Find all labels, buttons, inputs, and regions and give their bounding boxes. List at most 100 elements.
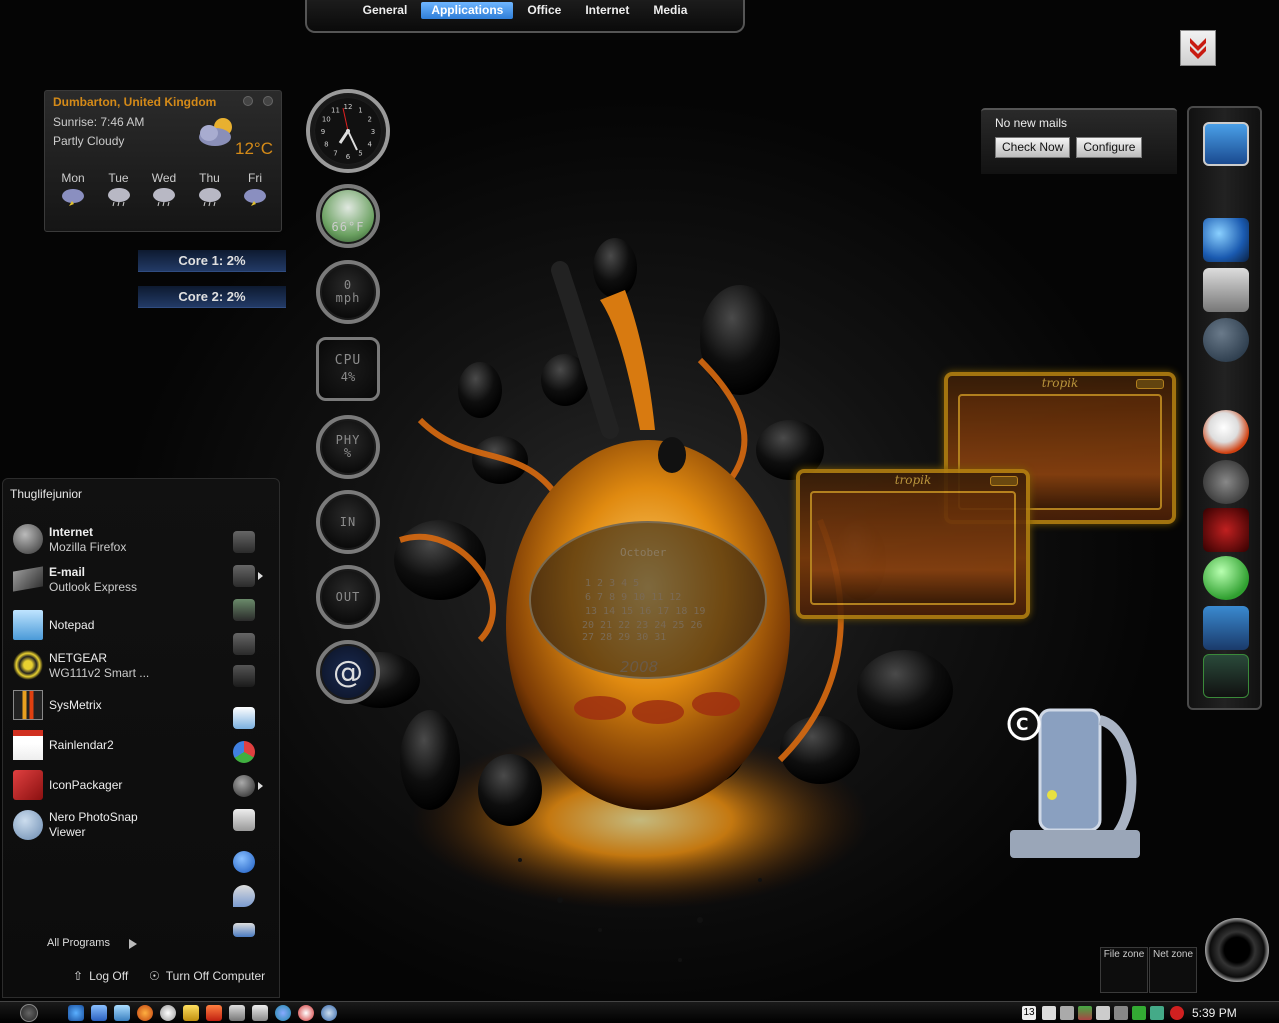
net-zone[interactable]: Net zone xyxy=(1149,947,1197,993)
defaults-icon[interactable] xyxy=(233,741,255,763)
log-off-button[interactable]: ⇧ Log Off xyxy=(73,969,128,983)
globe-icon[interactable] xyxy=(321,1005,337,1021)
weather-widget: Dumbarton, United Kingdom Sunrise: 7:46 … xyxy=(44,90,282,232)
tab-applications[interactable]: Applications xyxy=(421,2,514,19)
tools-icon[interactable] xyxy=(1203,268,1249,312)
games-folder-icon[interactable] xyxy=(233,633,255,655)
tray-icon[interactable] xyxy=(1170,1006,1184,1020)
program-notepad[interactable]: Notepad xyxy=(13,607,223,643)
pictures-folder-icon[interactable] xyxy=(233,565,255,587)
tray-icon[interactable] xyxy=(1042,1006,1056,1020)
mail-status: No new mails xyxy=(995,116,1068,130)
download-icon[interactable] xyxy=(252,1005,268,1021)
program-nero-photosnap[interactable]: Nero PhotoSnap Viewer xyxy=(13,807,223,843)
studio-icon[interactable] xyxy=(1203,318,1249,362)
collapse-icon[interactable] xyxy=(206,1005,222,1021)
core1-meter: Core 1: 2% xyxy=(138,250,286,272)
check-now-button[interactable]: Check Now xyxy=(995,137,1071,158)
bubbles-icon[interactable] xyxy=(1203,460,1249,504)
close-button[interactable] xyxy=(1136,379,1164,389)
right-app-dock xyxy=(1187,106,1262,710)
clock-number: 12 xyxy=(344,103,353,111)
start-button[interactable] xyxy=(20,1004,38,1022)
cloud-storm-icon xyxy=(244,189,266,206)
weather-temperature: 12°C xyxy=(235,139,273,158)
clock-number: 1 xyxy=(358,106,362,114)
firefox-icon[interactable] xyxy=(137,1005,153,1021)
tray-icon[interactable] xyxy=(1060,1006,1074,1020)
clock-number: 6 xyxy=(346,153,351,161)
turn-off-button[interactable]: ☉ Turn Off Computer xyxy=(149,969,265,983)
tab-office[interactable]: Office xyxy=(517,2,571,19)
program-sysmetrix[interactable]: SysMetrix xyxy=(13,687,223,723)
show-desktop-icon[interactable] xyxy=(114,1005,130,1021)
tray-icon[interactable] xyxy=(1096,1006,1110,1020)
tray-icon[interactable] xyxy=(1114,1006,1128,1020)
documents-folder-icon[interactable] xyxy=(233,531,255,553)
jukebox-icon[interactable] xyxy=(1203,508,1249,552)
user-name: Thuglifejunior xyxy=(10,487,83,501)
eye-orb-button[interactable] xyxy=(1205,918,1269,982)
program-email[interactable]: E-mail Outlook Express xyxy=(13,561,223,597)
configure-button[interactable]: Configure xyxy=(1076,137,1143,158)
program-rainlendar[interactable]: Rainlendar2 xyxy=(13,727,223,763)
network-in-gauge: IN xyxy=(316,490,380,554)
camera-icon[interactable] xyxy=(229,1005,245,1021)
computer-icon[interactable] xyxy=(233,665,255,687)
tray-icon[interactable] xyxy=(1078,1006,1092,1020)
monitor-icon[interactable] xyxy=(1203,122,1249,166)
itunes-icon[interactable] xyxy=(1203,556,1249,600)
file-zone[interactable]: File zone xyxy=(1100,947,1148,993)
tab-media[interactable]: Media xyxy=(643,2,697,19)
search-icon[interactable] xyxy=(233,885,255,907)
calendar-month: October xyxy=(620,546,667,559)
cloud-rain-icon xyxy=(153,188,175,207)
tray-icon[interactable] xyxy=(1150,1006,1164,1020)
cloud-rain-icon xyxy=(198,188,221,207)
program-netgear[interactable]: NETGEAR WG111v2 Smart ... xyxy=(13,647,223,683)
program-iconpackager[interactable]: IconPackager xyxy=(13,767,223,803)
phy-memory-gauge: PHY % xyxy=(316,415,380,479)
tab-internet[interactable]: Internet xyxy=(575,2,639,19)
control-panel-icon[interactable] xyxy=(233,707,255,729)
media-player-icon[interactable] xyxy=(160,1005,176,1021)
music-folder-icon[interactable] xyxy=(233,599,255,621)
printer-icon[interactable] xyxy=(233,809,255,831)
media-disc-icon[interactable] xyxy=(1203,410,1249,454)
speed-meter-icon[interactable] xyxy=(1203,606,1249,650)
opera-icon[interactable] xyxy=(298,1005,314,1021)
cpu-meter: CPU 4% xyxy=(316,337,380,401)
run-icon[interactable] xyxy=(233,923,255,937)
connect-icon[interactable] xyxy=(233,775,255,797)
globe-icon[interactable] xyxy=(1203,218,1249,262)
network-icon[interactable] xyxy=(275,1005,291,1021)
close-button[interactable] xyxy=(990,476,1018,486)
network-monitor-icon[interactable] xyxy=(1203,654,1249,698)
taskbar: 13 5:39 PM xyxy=(0,1001,1279,1023)
iconpackager-icon xyxy=(13,770,43,800)
collapse-button[interactable] xyxy=(1180,30,1216,66)
tray-icon[interactable] xyxy=(1132,1006,1146,1020)
program-internet[interactable]: Internet Mozilla Firefox xyxy=(13,521,223,557)
notepad-icon xyxy=(13,610,43,640)
temperature-gauge: 66°F xyxy=(316,184,380,248)
clock-face-icon: 12 1234567891011 xyxy=(315,98,381,164)
calendar-icon xyxy=(13,730,43,760)
help-icon[interactable] xyxy=(233,851,255,873)
svg-text:20 21 22 23 24 25 26: 20 21 22 23 24 25 26 xyxy=(582,620,702,631)
explorer-icon[interactable] xyxy=(91,1005,107,1021)
mail-widget: No new mails Check Now Configure xyxy=(981,108,1177,174)
internet-explorer-icon[interactable] xyxy=(68,1005,84,1021)
mail-check-button[interactable]: @ xyxy=(316,640,380,704)
weather-close-knob[interactable] xyxy=(263,96,273,106)
photosnap-icon xyxy=(13,810,43,840)
taskbar-clock[interactable]: 5:39 PM xyxy=(1192,1006,1237,1020)
tools-icon[interactable] xyxy=(183,1005,199,1021)
forecast-day: Wed xyxy=(142,171,186,207)
all-programs-button[interactable]: All Programs xyxy=(47,937,110,949)
chevron-right-icon xyxy=(258,572,263,580)
tab-general[interactable]: General xyxy=(353,2,418,19)
clock-number: 8 xyxy=(324,141,328,149)
date-tray-icon[interactable]: 13 xyxy=(1022,1006,1036,1020)
weather-settings-knob[interactable] xyxy=(243,96,253,106)
